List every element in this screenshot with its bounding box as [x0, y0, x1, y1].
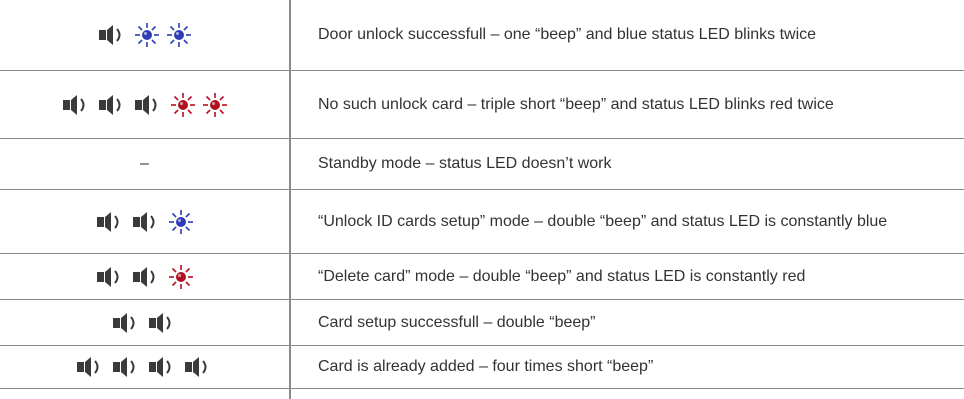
- speaker-icon: [96, 266, 118, 287]
- speaker-icon: [132, 211, 154, 232]
- signal-icons: –: [0, 139, 289, 189]
- speaker-icon: [112, 357, 134, 377]
- status-led-icon: [166, 23, 191, 47]
- table-row: Door unlock successfull – one “beep” and…: [0, 0, 964, 71]
- speaker-icon: [62, 94, 84, 115]
- speaker-icon: [76, 357, 98, 377]
- signal-description: Card setup successfull – double “beep”: [318, 313, 596, 331]
- speaker-icon: [98, 94, 120, 115]
- signal-icons: [0, 190, 289, 253]
- speaker-icon: [112, 312, 134, 333]
- table-row: “Unlock ID cards setup” mode – double “b…: [0, 190, 964, 254]
- signal-icons: [0, 254, 289, 299]
- speaker-icon: [184, 357, 206, 377]
- led-beep-signal-table: Door unlock successfull – one “beep” and…: [0, 0, 964, 399]
- signal-icons: [0, 71, 289, 138]
- table-row: No such unlock card – triple short “beep…: [0, 71, 964, 139]
- signal-description: Card is already added – four times short…: [318, 358, 654, 375]
- speaker-icon: [134, 94, 156, 115]
- status-led-icon: [202, 92, 227, 117]
- signal-description: “Delete card” mode – double “beep” and s…: [318, 267, 806, 285]
- speaker-icon: [148, 357, 170, 377]
- table-row: Card is already added – four times short…: [0, 346, 964, 389]
- speaker-icon: [148, 312, 170, 333]
- speaker-icon: [98, 25, 120, 45]
- table-row: “Delete card” mode – double “beep” and s…: [0, 254, 964, 300]
- speaker-icon: [96, 211, 118, 232]
- signal-description: No such unlock card – triple short “beep…: [318, 95, 834, 113]
- table-row: – Standby mode – status LED doesn’t work: [0, 139, 964, 190]
- signal-description: Standby mode – status LED doesn’t work: [318, 155, 612, 172]
- status-led-icon: [168, 264, 193, 289]
- status-led-icon: [134, 23, 159, 47]
- signal-description: Door unlock successfull – one “beep” and…: [318, 26, 817, 43]
- status-led-icon: [168, 209, 193, 234]
- no-signal-placeholder: –: [140, 155, 149, 172]
- signal-icons: [0, 346, 289, 388]
- signal-icons: [0, 0, 289, 70]
- table-row: Card setup successfull – double “beep”: [0, 300, 964, 346]
- signal-icons: [0, 300, 289, 345]
- status-led-icon: [170, 92, 195, 117]
- speaker-icon: [132, 266, 154, 287]
- signal-description: “Unlock ID cards setup” mode – double “b…: [318, 212, 888, 230]
